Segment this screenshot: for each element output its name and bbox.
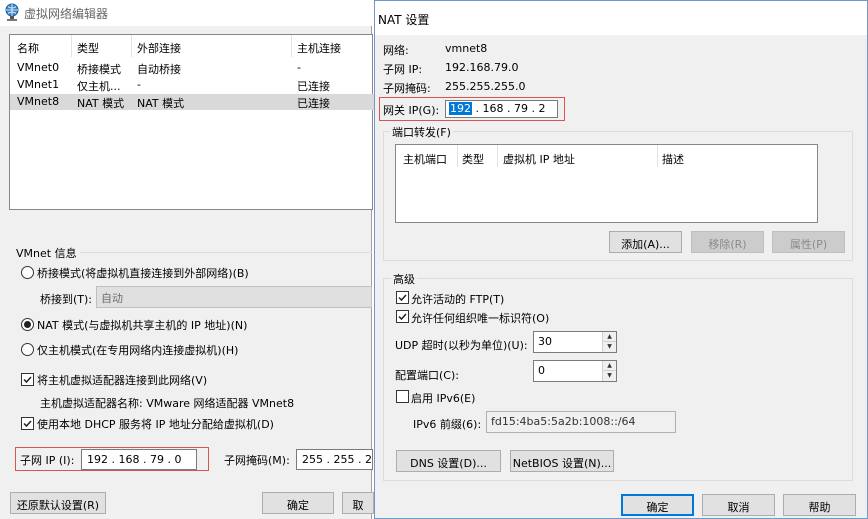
column-header-external[interactable]: 外部连接 <box>137 40 181 56</box>
column-header-host-port[interactable]: 主机端口 <box>403 151 447 167</box>
gateway-ip-label: 网关 IP(G): <box>383 104 440 117</box>
column-header-host[interactable]: 主机连接 <box>297 40 341 56</box>
subnet-ip-label: 子网 IP (I): <box>20 454 75 467</box>
remove-port-button[interactable]: 移除(R) <box>691 231 764 253</box>
nat-help-button[interactable]: 帮助 <box>783 494 856 516</box>
subnet-mask-label: 子网掩码: <box>383 82 431 95</box>
subnet-mask-value: 255.255.255.0 <box>445 80 526 93</box>
bridge-to-select[interactable]: 自动 <box>96 286 372 308</box>
column-divider <box>131 35 132 57</box>
dns-settings-button[interactable]: DNS 设置(D)... <box>396 450 501 472</box>
bridge-mode-label[interactable]: 桥接模式(将虚拟机直接连接到外部网络)(B) <box>37 265 249 281</box>
nat-cancel-button[interactable]: 取消 <box>702 494 775 516</box>
column-header-description[interactable]: 描述 <box>662 151 684 167</box>
column-divider <box>657 145 658 167</box>
subnet-ip-field[interactable]: 192 . 168 . 79 . 0 <box>81 449 197 470</box>
cell-host: - <box>297 61 301 74</box>
nat-title-bar: NAT 设置 <box>375 1 867 35</box>
ipv6-prefix-label: IPv6 前缀(6): <box>413 418 482 431</box>
config-port-value: 0 <box>538 364 545 377</box>
config-port-stepper[interactable]: 0 ▲ ▼ <box>533 360 617 382</box>
udp-timeout-label: UDP 超时(以秒为单位)(U): <box>395 339 528 352</box>
connect-adapter-checkbox[interactable] <box>21 373 34 386</box>
allow-oui-label[interactable]: 允许任何组织唯一标识符(O) <box>411 310 549 326</box>
table-row[interactable]: VMnet0 桥接模式 自动桥接 - <box>10 60 374 76</box>
port-forwarding-title: 端口转发(F) <box>390 124 453 140</box>
subnet-mask-field[interactable]: 255 . 255 . 255 . 0 <box>296 449 373 470</box>
cell-external: 自动桥接 <box>137 63 181 76</box>
virtual-network-editor-window: 虚拟网络编辑器 名称 类型 外部连接 主机连接 VMnet0 桥接模式 自动桥接… <box>0 0 374 519</box>
cell-external: NAT 模式 <box>137 97 185 110</box>
enable-ipv6-checkbox[interactable] <box>396 390 409 403</box>
nat-settings-dialog: NAT 设置 网络: vmnet8 子网 IP: 192.168.79.0 子网… <box>374 0 868 519</box>
editor-ok-button[interactable]: 确定 <box>262 492 334 514</box>
spin-down-icon[interactable]: ▼ <box>603 371 616 381</box>
use-dhcp-label[interactable]: 使用本地 DHCP 服务将 IP 地址分配给虚拟机(D) <box>37 416 274 432</box>
subnet-ip-label: 子网 IP: <box>383 63 423 76</box>
allow-ftp-checkbox[interactable] <box>396 291 409 304</box>
cell-host: 已连接 <box>297 80 330 93</box>
network-value: vmnet8 <box>445 42 488 55</box>
config-port-label: 配置端口(C): <box>395 369 459 382</box>
cell-name: VMnet1 <box>17 78 60 91</box>
vmnet-info-label: VMnet 信息 <box>16 247 77 260</box>
column-divider <box>71 35 72 57</box>
cell-type: NAT 模式 <box>77 97 125 110</box>
bridge-mode-radio[interactable] <box>21 266 34 279</box>
connect-adapter-label[interactable]: 将主机虚拟适配器连接到此网络(V) <box>37 372 207 388</box>
subnet-ip-value: 192.168.79.0 <box>445 61 519 74</box>
column-header-type[interactable]: 类型 <box>77 40 99 56</box>
spin-up-icon[interactable]: ▲ <box>603 361 616 371</box>
cell-external: - <box>137 78 141 91</box>
editor-cancel-button[interactable]: 取 <box>342 492 374 514</box>
network-list[interactable]: 名称 类型 外部连接 主机连接 VMnet0 桥接模式 自动桥接 - VMnet… <box>9 34 374 210</box>
subnet-mask-label: 子网掩码(M): <box>224 454 290 467</box>
advanced-title: 高级 <box>391 271 417 287</box>
cell-type: 桥接模式 <box>77 63 121 76</box>
restore-defaults-button[interactable]: 还原默认设置(R) <box>10 492 106 514</box>
use-dhcp-checkbox[interactable] <box>21 417 34 430</box>
enable-ipv6-label[interactable]: 启用 IPv6(E) <box>411 390 475 406</box>
nat-mode-radio[interactable] <box>21 318 34 331</box>
udp-timeout-stepper[interactable]: 30 ▲ ▼ <box>533 331 617 353</box>
gateway-octet-selected: 192 <box>449 102 472 115</box>
adapter-name-text: 主机虚拟适配器名称: VMware 网络适配器 VMnet8 <box>40 397 295 410</box>
bridge-to-label: 桥接到(T): <box>40 293 93 306</box>
editor-title-bar: 虚拟网络编辑器 <box>0 0 372 26</box>
editor-title: 虚拟网络编辑器 <box>24 7 109 21</box>
cell-name: VMnet8 <box>17 95 60 108</box>
spin-up-icon[interactable]: ▲ <box>603 332 616 342</box>
column-divider <box>291 35 292 57</box>
host-only-radio[interactable] <box>21 343 34 356</box>
column-divider <box>457 145 458 167</box>
port-forwarding-list[interactable]: 主机端口 类型 虚拟机 IP 地址 描述 <box>395 144 818 223</box>
column-divider <box>497 145 498 167</box>
table-row-selected[interactable]: VMnet8 NAT 模式 NAT 模式 已连接 <box>10 94 374 110</box>
network-label: 网络: <box>383 44 409 57</box>
gateway-octets-rest: . 168 . 79 . 2 <box>472 102 546 115</box>
properties-button[interactable]: 属性(P) <box>772 231 845 253</box>
group-divider <box>80 252 372 253</box>
udp-timeout-value: 30 <box>538 335 552 348</box>
ipv6-prefix-field[interactable]: fd15:4ba5:5a2b:1008::/64 <box>486 411 676 433</box>
allow-ftp-label[interactable]: 允许活动的 FTP(T) <box>411 291 504 307</box>
spin-down-icon[interactable]: ▼ <box>603 342 616 352</box>
cell-type: 仅主机... <box>77 80 121 93</box>
allow-oui-checkbox[interactable] <box>396 310 409 323</box>
gateway-ip-field[interactable]: 192 . 168 . 79 . 2 <box>445 100 558 118</box>
add-port-button[interactable]: 添加(A)... <box>609 231 682 253</box>
network-globe-icon <box>4 3 20 21</box>
nat-mode-label[interactable]: NAT 模式(与虚拟机共享主机的 IP 地址)(N) <box>37 317 247 333</box>
netbios-settings-button[interactable]: NetBIOS 设置(N)... <box>510 450 614 472</box>
column-header-name[interactable]: 名称 <box>17 40 39 56</box>
column-header-type[interactable]: 类型 <box>462 151 484 167</box>
host-only-label[interactable]: 仅主机模式(在专用网络内连接虚拟机)(H) <box>37 342 238 358</box>
table-row[interactable]: VMnet1 仅主机... - 已连接 <box>10 77 374 93</box>
cell-host: 已连接 <box>297 97 330 110</box>
nat-dialog-title: NAT 设置 <box>378 13 430 27</box>
nat-ok-button[interactable]: 确定 <box>621 494 694 516</box>
cell-name: VMnet0 <box>17 61 60 74</box>
column-header-vm-ip[interactable]: 虚拟机 IP 地址 <box>503 151 575 167</box>
